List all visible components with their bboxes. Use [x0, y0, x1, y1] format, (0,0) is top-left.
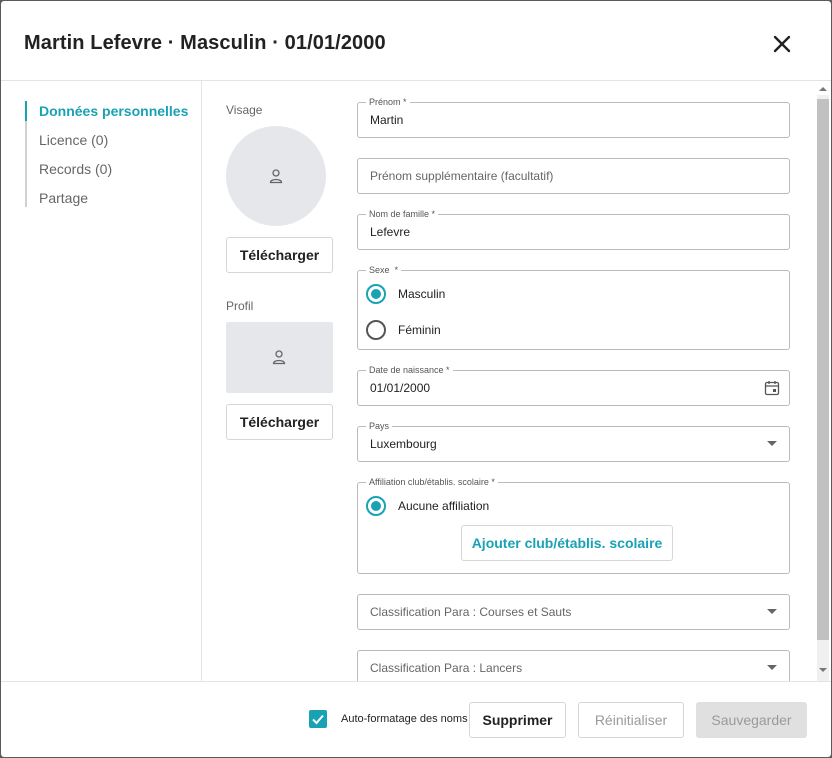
scrollbar-thumb[interactable] [817, 99, 829, 640]
classification-lancers-placeholder: Classification Para : Lancers [370, 661, 523, 675]
chevron-down-icon[interactable] [767, 441, 777, 446]
nav-item-licence[interactable]: Licence (0) [39, 132, 108, 148]
checkmark-icon [312, 714, 324, 725]
personal-data-form: Prénom * Martin Prénom supplémentaire (f… [356, 81, 816, 681]
delete-button[interactable]: Supprimer [469, 702, 566, 738]
nav-item-records[interactable]: Records (0) [39, 161, 112, 177]
profil-label: Profil [226, 299, 254, 313]
save-button[interactable]: Sauvegarder [696, 702, 807, 738]
dialog-title: Martin Lefevre · Masculin · 01/01/2000 [24, 32, 386, 54]
date-naissance-value: 01/01/2000 [370, 381, 431, 395]
radio-selected-icon[interactable] [366, 284, 386, 304]
visage-placeholder [226, 126, 326, 226]
affiliation-group: Affiliation club/établis. scolaire * Auc… [357, 476, 790, 574]
pays-select[interactable]: Pays Luxembourg [357, 420, 790, 462]
profil-placeholder [226, 322, 333, 393]
pays-label: Pays [366, 420, 393, 432]
date-naissance-field[interactable]: Date de naissance * 01/01/2000 [357, 364, 790, 406]
person-icon [269, 169, 283, 184]
sexe-group: Sexe * Masculin Féminin [357, 264, 790, 350]
pays-value: Luxembourg [370, 437, 437, 451]
chevron-down-icon[interactable] [767, 665, 777, 670]
nav-active-indicator [25, 101, 27, 121]
sexe-label: Sexe * [366, 264, 402, 276]
auto-format-label: Auto-formatage des noms [341, 713, 468, 725]
date-naissance-label: Date de naissance * [366, 364, 453, 376]
nom-label: Nom de famille * [366, 208, 439, 220]
nav-item-partage[interactable]: Partage [39, 190, 88, 206]
close-icon[interactable] [770, 32, 794, 56]
person-icon [272, 350, 286, 365]
chevron-down-icon[interactable] [767, 609, 777, 614]
prenom-field[interactable]: Prénom * Martin [357, 96, 790, 138]
sexe-option-masculin[interactable]: Masculin [366, 284, 445, 304]
scroll-up-icon[interactable] [819, 87, 827, 91]
calendar-icon[interactable] [764, 380, 780, 396]
sexe-option-label: Masculin [398, 287, 446, 301]
athlete-dialog: Martin Lefevre · Masculin · 01/01/2000 D… [1, 1, 831, 757]
dialog-header: Martin Lefevre · Masculin · 01/01/2000 [1, 1, 831, 81]
nom-field[interactable]: Nom de famille * Lefevre [357, 208, 790, 250]
classification-courses-select[interactable]: Classification Para : Courses et Sauts [357, 594, 790, 630]
affiliation-option-aucune[interactable]: Aucune affiliation [366, 496, 489, 516]
prenom-supplementaire-placeholder: Prénom supplémentaire (facultatif) [370, 169, 554, 183]
reset-button[interactable]: Réinitialiser [578, 702, 684, 738]
add-club-button[interactable]: Ajouter club/établis. scolaire [461, 525, 673, 561]
classification-lancers-select[interactable]: Classification Para : Lancers [357, 650, 790, 681]
sexe-option-feminin[interactable]: Féminin [366, 320, 441, 340]
nom-value: Lefevre [370, 225, 411, 239]
prenom-label: Prénom * [366, 96, 410, 108]
visage-label: Visage [226, 103, 263, 117]
radio-selected-icon[interactable] [366, 496, 386, 516]
visage-upload-button[interactable]: Télécharger [226, 237, 333, 273]
auto-format-checkbox[interactable] [309, 710, 327, 728]
dialog-footer: Auto-formatage des noms Supprimer Réinit… [1, 681, 831, 757]
radio-unselected-icon[interactable] [366, 320, 386, 340]
side-nav: Données personnelles Licence (0) Records… [1, 81, 202, 681]
affiliation-option-label: Aucune affiliation [398, 499, 490, 513]
nav-item-donnees-personnelles[interactable]: Données personnelles [39, 103, 188, 119]
prenom-value: Martin [370, 113, 404, 127]
scroll-down-icon[interactable] [819, 668, 827, 672]
affiliation-label: Affiliation club/établis. scolaire * [366, 476, 498, 488]
sexe-option-label: Féminin [398, 323, 441, 337]
prenom-supplementaire-field[interactable]: Prénom supplémentaire (facultatif) [357, 158, 790, 194]
profil-upload-button[interactable]: Télécharger [226, 404, 333, 440]
classification-courses-placeholder: Classification Para : Courses et Sauts [370, 605, 572, 619]
